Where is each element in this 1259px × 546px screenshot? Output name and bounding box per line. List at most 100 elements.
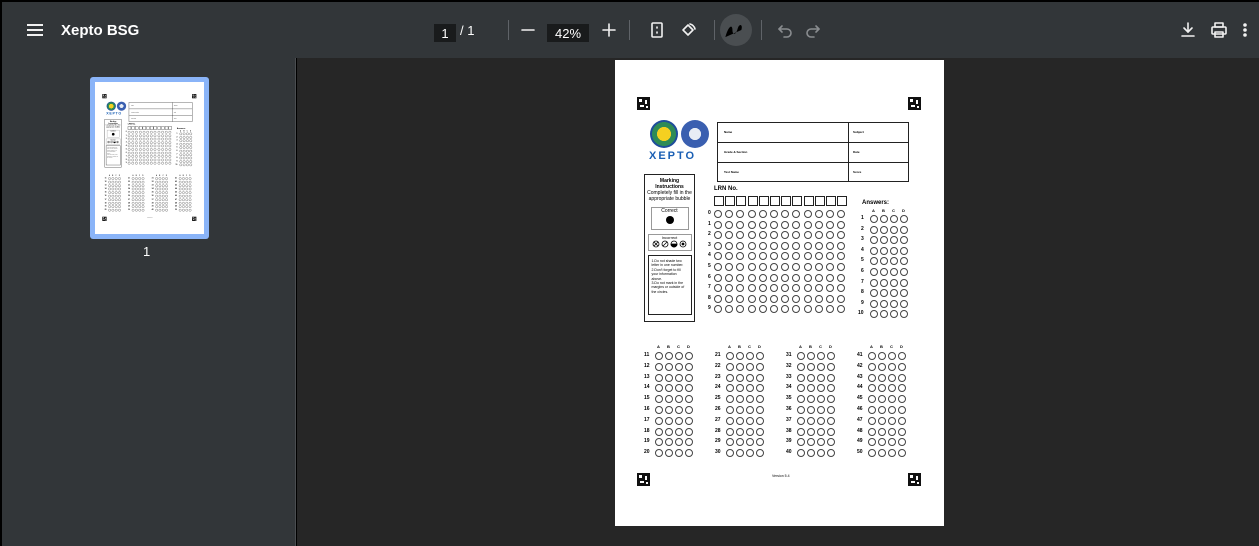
page-number-input[interactable]: 1: [434, 24, 456, 42]
lrn-bubble: [131, 151, 135, 155]
lrn-bubble: [770, 263, 778, 271]
answer-bubble: [158, 201, 162, 205]
answer-bubble: [746, 449, 754, 458]
answer-bubble: [161, 201, 165, 205]
answer-bubble: [182, 191, 185, 194]
answer-bubble: [726, 384, 734, 393]
answer-bubble: [131, 191, 135, 194]
answer-number: 40: [151, 208, 154, 211]
answer-bubble: [655, 427, 663, 436]
answer-bubble: [189, 163, 193, 167]
more-options-button[interactable]: [1231, 2, 1259, 58]
zoom-input[interactable]: 42%: [547, 24, 589, 42]
answer-bubble: [138, 177, 142, 180]
zoom-in-button[interactable]: [595, 2, 623, 58]
lrn-bubble: [164, 137, 168, 141]
answer-bubble: [736, 427, 744, 436]
answer-bubble: [118, 198, 121, 201]
lrn-bubble: [725, 231, 734, 240]
lrn-bubble: [714, 220, 722, 229]
menu-button[interactable]: [20, 2, 50, 58]
answer-bubble: [756, 416, 764, 425]
lrn-bubble: [814, 284, 823, 293]
answer-bubble: [118, 191, 121, 194]
undo-button[interactable]: [771, 2, 799, 58]
answer-bubble: [900, 310, 908, 319]
answer-bubble: [898, 427, 906, 436]
lrn-bubble: [168, 144, 172, 148]
lrn-bubble: [747, 263, 756, 271]
answer-bubble: [189, 146, 193, 149]
answer-bubble: [890, 310, 898, 319]
rotate-button[interactable]: [674, 2, 702, 58]
answer-bubble: [185, 194, 189, 198]
document-viewer[interactable]: Name Subject Grade & Section Date Test Name S…: [297, 58, 1259, 546]
lrn-bubble: [161, 155, 164, 158]
answer-bubble: [179, 149, 183, 153]
answer-bubble: [186, 149, 189, 153]
answer-bubble: [736, 352, 744, 360]
zoom-out-button[interactable]: [514, 2, 542, 58]
answer-bubble: [141, 177, 145, 180]
answer-bubble: [878, 438, 886, 447]
answer-bubble: [165, 180, 168, 184]
answer-bubble: [161, 187, 165, 191]
page-thumbnail[interactable]: Name Subject Grade & Section Date Test Name S…: [90, 77, 209, 239]
lrn-bubble: [781, 305, 790, 314]
lrn-bubble: [803, 305, 812, 314]
answer-bubble: [655, 362, 663, 371]
answer-bubble: [880, 225, 888, 234]
answer-bubble: [135, 208, 138, 212]
answer-bubble: [165, 187, 168, 191]
answer-bubble: [179, 146, 183, 149]
answer-bubble: [189, 142, 193, 146]
choice-header: A: [155, 174, 157, 177]
lrn-bubble: [725, 252, 734, 261]
answer-bubble: [178, 205, 182, 209]
lrn-row-number: 7: [125, 155, 127, 158]
lrn-bubble: [168, 151, 172, 155]
answer-bubble: [890, 289, 898, 298]
answer-bubble: [817, 406, 825, 414]
page-total: / 1: [460, 22, 475, 38]
answer-bubble: [726, 373, 734, 382]
answer-bubble: [178, 187, 182, 191]
lrn-bubble: [138, 137, 142, 141]
lrn-bubble: [153, 151, 157, 155]
fit-to-page-button[interactable]: [643, 2, 671, 58]
answer-bubble: [182, 153, 186, 156]
rotate-icon: [682, 23, 696, 36]
lrn-bubble: [758, 220, 767, 229]
annotate-button[interactable]: [720, 14, 752, 46]
redo-button[interactable]: [799, 2, 827, 58]
lrn-row-number: 9: [125, 162, 127, 164]
answer-number: 49: [857, 438, 863, 445]
answer-bubble: [135, 191, 138, 194]
answer-bubble: [898, 438, 906, 447]
answer-number: 26: [715, 406, 721, 412]
choice-header: B: [182, 174, 184, 177]
lrn-row-number: 4: [708, 252, 711, 259]
answer-bubble: [135, 198, 138, 201]
answer-bubble: [161, 177, 165, 180]
lrn-bubble: [127, 155, 131, 158]
lrn-bubble: [164, 134, 168, 137]
answer-bubble: [890, 225, 898, 234]
lrn-bubble: [714, 273, 722, 282]
lrn-bubble: [150, 137, 153, 141]
answer-bubble: [900, 278, 908, 287]
answer-bubble: [182, 194, 185, 198]
answer-bubble: [888, 373, 896, 382]
field-label: Grade & Section: [131, 111, 139, 113]
answer-bubble: [746, 416, 754, 425]
answer-number: 19: [644, 438, 650, 445]
answer-bubble: [141, 198, 145, 201]
lrn-bubble: [138, 130, 142, 134]
lrn-bubble: [135, 141, 138, 144]
hamburger-menu-icon: [27, 24, 43, 36]
lrn-bubble: [131, 155, 135, 158]
correct-label: Correct: [110, 130, 116, 133]
answer-number: 45: [175, 191, 178, 194]
print-button[interactable]: [1205, 2, 1233, 58]
download-button[interactable]: [1174, 2, 1202, 58]
